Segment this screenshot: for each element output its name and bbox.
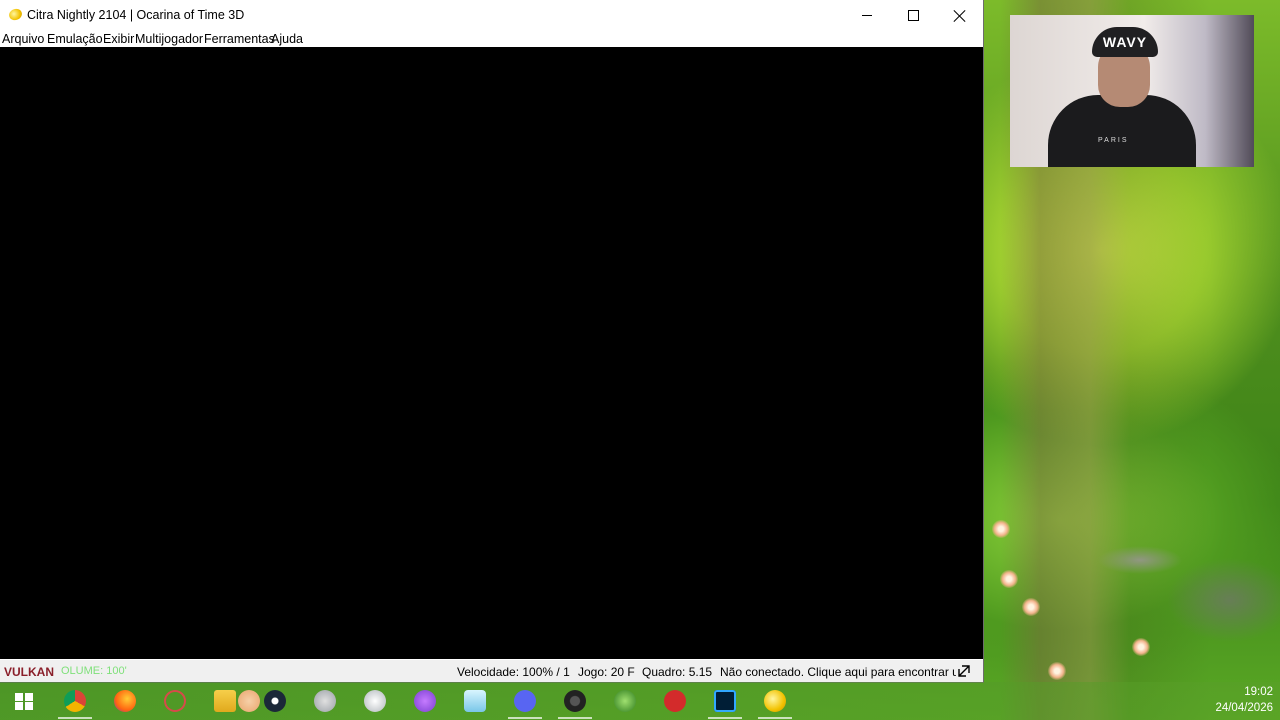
controller-icon[interactable]	[414, 690, 436, 712]
menu-multijogador[interactable]: Multijogador	[135, 32, 203, 46]
minimize-icon	[862, 15, 872, 16]
obs-icon[interactable]	[564, 690, 586, 712]
frame-time: Quadro: 5.15	[642, 665, 713, 679]
menu-exibir[interactable]: Exibir	[103, 32, 134, 46]
menu-ajuda[interactable]: Ajuda	[271, 32, 303, 46]
game-render-area[interactable]	[0, 47, 983, 659]
crosshair-app-icon[interactable]	[164, 690, 186, 712]
emulation-speed: Velocidade: 100% / 1	[457, 665, 570, 679]
menu-emulacao[interactable]: Emulação	[47, 32, 103, 46]
emulator-window: Citra Nightly 2104 | Ocarina of Time 3D …	[0, 0, 983, 682]
flower-decoration	[992, 520, 1010, 538]
system-clock[interactable]: 19:02 24/04/2026	[1215, 684, 1273, 716]
title-bar[interactable]: Citra Nightly 2104 | Ocarina of Time 3D	[0, 0, 983, 31]
flower-decoration	[1022, 598, 1040, 616]
flower-app-icon[interactable]	[238, 690, 260, 712]
minimize-button[interactable]	[844, 0, 890, 31]
file-explorer-icon[interactable]	[214, 690, 236, 712]
volume-label: OLUME: 100'	[61, 665, 127, 677]
photoshop-icon[interactable]	[714, 690, 736, 712]
menu-ferramentas[interactable]: Ferramentas	[204, 32, 275, 46]
graphics-api-label: VULKAN	[4, 665, 54, 679]
active-indicator	[758, 717, 792, 719]
close-icon	[954, 10, 966, 22]
gamepad-icon[interactable]	[364, 690, 386, 712]
windows-start-icon[interactable]	[15, 693, 33, 710]
webcam-cap: WAVY	[1092, 27, 1158, 57]
game-fps: Jogo: 20 F	[578, 665, 635, 679]
taskbar	[0, 682, 1280, 720]
window-title: Citra Nightly 2104 | Ocarina of Time 3D	[27, 8, 245, 22]
menu-arquivo[interactable]: Arquivo	[2, 32, 44, 46]
discord-icon[interactable]	[514, 690, 536, 712]
riot-icon[interactable]	[664, 690, 686, 712]
clock-time: 19:02	[1244, 686, 1273, 698]
flower-decoration	[1132, 638, 1150, 656]
webcam-overlay: WAVY PARIS	[1010, 15, 1254, 167]
flower-decoration	[1048, 662, 1066, 680]
firefox-icon[interactable]	[114, 690, 136, 712]
citra-app-icon	[7, 7, 24, 22]
clock-date: 24/04/2026	[1215, 702, 1273, 714]
webcam-shirt-text: PARIS	[1098, 137, 1129, 144]
citra-icon[interactable]	[764, 690, 786, 712]
close-button[interactable]	[937, 0, 983, 31]
active-indicator	[708, 717, 742, 719]
network-icon[interactable]	[958, 665, 970, 677]
maximize-button[interactable]	[890, 0, 936, 31]
notepad-icon[interactable]	[464, 690, 486, 712]
active-indicator	[558, 717, 592, 719]
paint-icon[interactable]	[314, 690, 336, 712]
flower-decoration	[1000, 570, 1018, 588]
steam-icon[interactable]	[264, 690, 286, 712]
chrome-icon[interactable]	[64, 690, 86, 712]
active-indicator	[58, 717, 92, 719]
maximize-icon	[907, 10, 919, 21]
status-bar: VULKAN OLUME: 100' Velocidade: 100% / 1 …	[0, 660, 983, 682]
active-indicator	[508, 717, 542, 719]
recycle-icon[interactable]	[614, 690, 636, 712]
network-status[interactable]: Não conectado. Clique aqui para encontra…	[720, 665, 956, 679]
